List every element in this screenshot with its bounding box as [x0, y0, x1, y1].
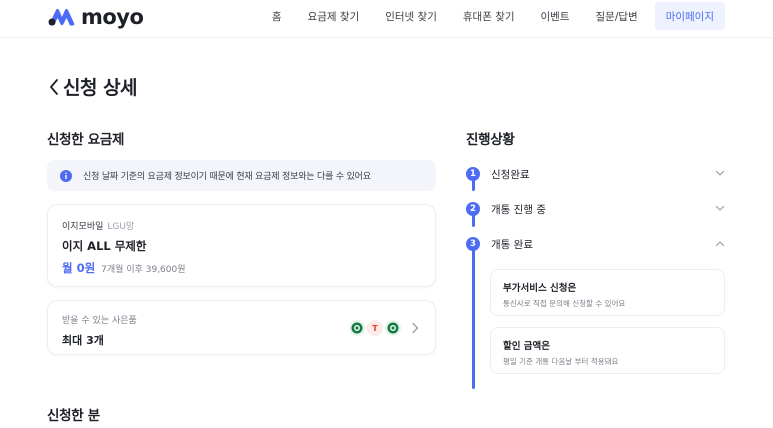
nav-home[interactable]: 홈: [259, 2, 295, 30]
step-number: 2: [466, 202, 480, 216]
nav-find-phone[interactable]: 휴대폰 찾기: [450, 2, 528, 30]
step-number: 1: [466, 167, 480, 181]
nav-find-plan[interactable]: 요금제 찾기: [295, 2, 373, 30]
gift-icons: T: [349, 320, 401, 336]
detail-title: 부가서비스 신청은: [503, 283, 577, 294]
detail-card-discount: 할인 금액은 평일 기준 개통 다음날 부터 적용돼요: [490, 327, 725, 374]
page-title-text: 신청 상세: [63, 77, 138, 99]
chevron-right-icon: [412, 322, 419, 334]
plan-price-row: 월 0원 7개월 이후 39,600원: [62, 260, 421, 276]
plan-section-title: 신청한 요금제: [47, 132, 125, 148]
detail-title: 할인 금액은: [503, 341, 551, 352]
info-icon: [60, 169, 72, 182]
plan-card: 이지모바일 LGU망 이지 ALL 무제한 월 0원 7개월 이후 39,600…: [47, 204, 436, 287]
main-nav: 홈 요금제 찾기 인터넷 찾기 휴대폰 찾기 이벤트 질문/답변 마이페이지: [259, 2, 725, 30]
nav-mypage[interactable]: 마이페이지: [654, 2, 725, 30]
t-brand-icon: T: [367, 320, 383, 336]
nav-find-internet[interactable]: 인터넷 찾기: [372, 2, 450, 30]
chevron-down-icon: [715, 170, 725, 176]
detail-desc: 통신사로 직접 문의해 신청할 수 있어요: [503, 299, 626, 308]
plan-after-price: 7개월 이후 39,600원: [101, 265, 186, 275]
chevron-up-icon: [715, 241, 725, 247]
plan-name: 이지 ALL 무제한: [62, 239, 147, 253]
moyo-logo[interactable]: moyo: [47, 5, 144, 29]
step-number: 3: [466, 237, 480, 251]
chevron-down-icon: [715, 205, 725, 211]
logo-text: moyo: [81, 5, 144, 29]
nav-qna[interactable]: 질문/답변: [583, 2, 651, 30]
back-chevron-icon[interactable]: [47, 76, 61, 98]
plan-price: 월 0원: [62, 261, 96, 275]
step-label: 개통 완료: [491, 238, 533, 251]
detail-desc: 평일 기준 개통 다음날 부터 적용돼요: [503, 357, 619, 366]
plan-notice: 신청 날짜 기준의 요금제 정보이기 때문에 현재 요금제 정보와는 다를 수 …: [47, 160, 436, 191]
plan-network: LGU망: [107, 222, 135, 232]
starbucks-icon: [385, 320, 401, 336]
gift-card[interactable]: 받을 수 있는 사은품 최대 3개 T: [47, 300, 436, 355]
step-label: 개통 진행 중: [491, 203, 546, 216]
applicant-section-title: 신청한 분: [47, 408, 100, 424]
starbucks-icon: [349, 320, 365, 336]
plan-notice-text: 신청 날짜 기준의 요금제 정보이기 때문에 현재 요금제 정보와는 다를 수 …: [83, 172, 371, 182]
detail-card-addon: 부가서비스 신청은 통신사로 직접 문의해 신청할 수 있어요: [490, 269, 725, 316]
progress-line: [472, 249, 475, 389]
nav-events[interactable]: 이벤트: [528, 2, 583, 30]
page-title: 신청 상세: [47, 73, 138, 100]
step-activated[interactable]: 3 개통 완료: [466, 232, 725, 256]
plan-carrier: 이지모바일: [62, 222, 104, 232]
step-label: 신청완료: [491, 168, 530, 181]
step-applied[interactable]: 1 신청완료: [466, 162, 725, 186]
plan-carrier-row: 이지모바일 LGU망: [62, 219, 421, 232]
step-in-progress[interactable]: 2 개통 진행 중: [466, 197, 725, 221]
top-header: moyo 홈 요금제 찾기 인터넷 찾기 휴대폰 찾기 이벤트 질문/답변 마이…: [0, 0, 773, 38]
logo-mark-icon: [48, 8, 75, 26]
progress-section-title: 진행상황: [466, 132, 515, 148]
